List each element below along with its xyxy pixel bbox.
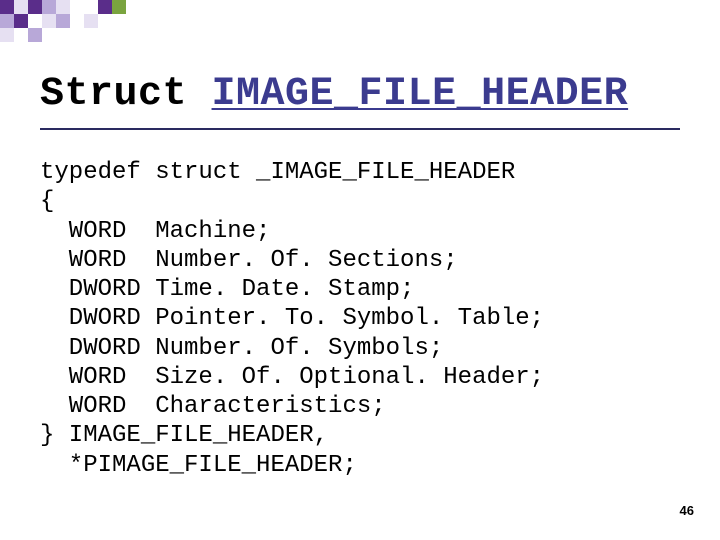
decor-sq [0,0,14,14]
decor-sq [56,14,70,28]
code-line: WORD Size. Of. Optional. Header; [40,364,544,391]
page-number: 46 [680,503,694,518]
decor-sq [0,14,14,28]
decor-sq [98,0,112,14]
code-line: DWORD Number. Of. Symbols; [40,335,443,362]
decor-sq [14,14,28,28]
code-line: WORD Characteristics; [40,393,386,420]
decor-sq [84,14,98,28]
title-rule [40,128,680,130]
slide-title: Struct IMAGE_FILE_HEADER [40,72,628,117]
code-line: { [40,188,54,215]
decor-sq [0,28,14,42]
code-line: DWORD Pointer. To. Symbol. Table; [40,305,544,332]
decor-sq [14,0,28,14]
decor-sq [112,0,126,14]
code-block: typedef struct _IMAGE_FILE_HEADER { WORD… [40,158,544,480]
code-line: } IMAGE_FILE_HEADER, [40,422,328,449]
title-underlined: IMAGE_FILE_HEADER [212,72,629,117]
code-line: DWORD Time. Date. Stamp; [40,276,414,303]
decor-sq [56,0,70,14]
code-line: WORD Machine; [40,218,270,245]
code-line: typedef struct _IMAGE_FILE_HEADER [40,159,515,186]
decor-sq [28,0,42,14]
decor-sq [42,14,56,28]
code-line: *PIMAGE_FILE_HEADER; [40,452,357,479]
title-prefix: Struct [40,72,212,117]
decor-sq [28,28,42,42]
corner-decor [0,0,720,40]
decor-sq [42,0,56,14]
code-line: WORD Number. Of. Sections; [40,247,458,274]
